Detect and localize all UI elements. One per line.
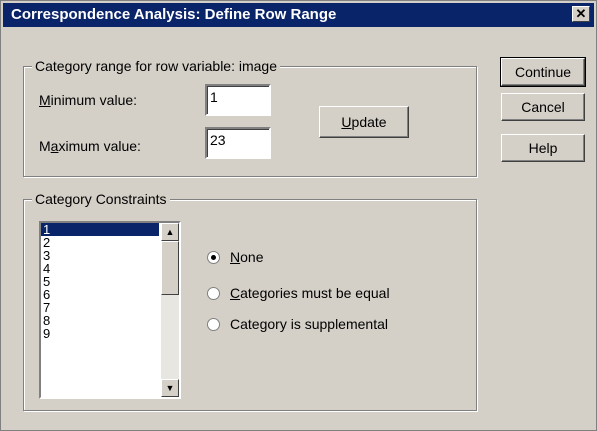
radio-equal-rest: ategories must be equal — [240, 285, 390, 301]
minimum-label-rest: inimum value: — [50, 92, 138, 108]
radio-none[interactable]: None — [207, 249, 263, 265]
scroll-down-button[interactable]: ▼ — [161, 379, 179, 397]
title-bar[interactable]: Correspondence Analysis: Define Row Rang… — [3, 3, 594, 27]
radio-supp-pre: Cate — [230, 316, 260, 332]
maximum-label-rest: ximum value: — [58, 138, 141, 154]
list-item[interactable]: 4 — [41, 262, 159, 275]
radio-none-circle[interactable] — [207, 251, 220, 264]
category-listbox[interactable]: 123456789 ▲ ▼ — [39, 221, 181, 399]
cancel-button[interactable]: Cancel — [501, 93, 585, 121]
radio-categories-equal[interactable]: Categories must be equal — [207, 285, 390, 301]
radio-equal-accel: C — [230, 285, 241, 301]
list-item[interactable]: 3 — [41, 249, 159, 262]
close-icon: ✕ — [575, 6, 587, 21]
help-button[interactable]: Help — [501, 134, 585, 162]
update-accel: U — [341, 114, 352, 130]
maximum-label-pre: M — [39, 138, 51, 154]
maximum-value-input[interactable]: 23 — [205, 127, 271, 159]
minimum-accel: M — [39, 92, 51, 108]
radio-supp-rest: ory is supplemental — [267, 316, 388, 332]
close-button[interactable]: ✕ — [572, 6, 590, 22]
minimum-value-input[interactable]: 1 — [205, 84, 271, 116]
list-item[interactable]: 7 — [41, 301, 159, 314]
row-range-group-label: Category range for row variable: image — [32, 58, 281, 74]
update-label-rest: pdate — [351, 114, 387, 130]
radio-none-rest: one — [240, 249, 264, 265]
dialog-title: Correspondence Analysis: Define Row Rang… — [11, 6, 337, 23]
list-item[interactable]: 2 — [41, 236, 159, 249]
category-constraints-group-label: Category Constraints — [32, 191, 170, 207]
maximum-value-label: Maximum value: — [39, 138, 141, 154]
list-item[interactable]: 8 — [41, 314, 159, 327]
radio-supplemental[interactable]: Category is supplemental — [207, 316, 388, 332]
list-item[interactable]: 6 — [41, 288, 159, 301]
radio-supplemental-circle[interactable] — [207, 318, 220, 331]
maximum-value-text: 23 — [210, 132, 226, 148]
scroll-up-button[interactable]: ▲ — [161, 223, 179, 241]
update-button[interactable]: Update — [319, 106, 409, 138]
radio-none-accel: N — [230, 249, 241, 265]
define-row-range-dialog: Correspondence Analysis: Define Row Rang… — [0, 0, 597, 431]
list-item[interactable]: 5 — [41, 275, 159, 288]
radio-selected-dot — [211, 255, 216, 260]
minimum-value-label: Minimum value: — [39, 92, 137, 108]
scroll-thumb[interactable] — [161, 241, 179, 295]
listbox-scrollbar[interactable]: ▲ ▼ — [161, 223, 179, 397]
scroll-down-icon: ▼ — [165, 383, 175, 393]
list-item[interactable]: 1 — [41, 223, 159, 236]
list-item[interactable]: 9 — [41, 327, 159, 340]
continue-button[interactable]: Continue — [500, 57, 586, 87]
radio-categories-equal-circle[interactable] — [207, 287, 220, 300]
category-list: 123456789 — [41, 223, 179, 340]
minimum-value-text: 1 — [210, 89, 218, 105]
scroll-up-icon: ▲ — [165, 227, 175, 237]
